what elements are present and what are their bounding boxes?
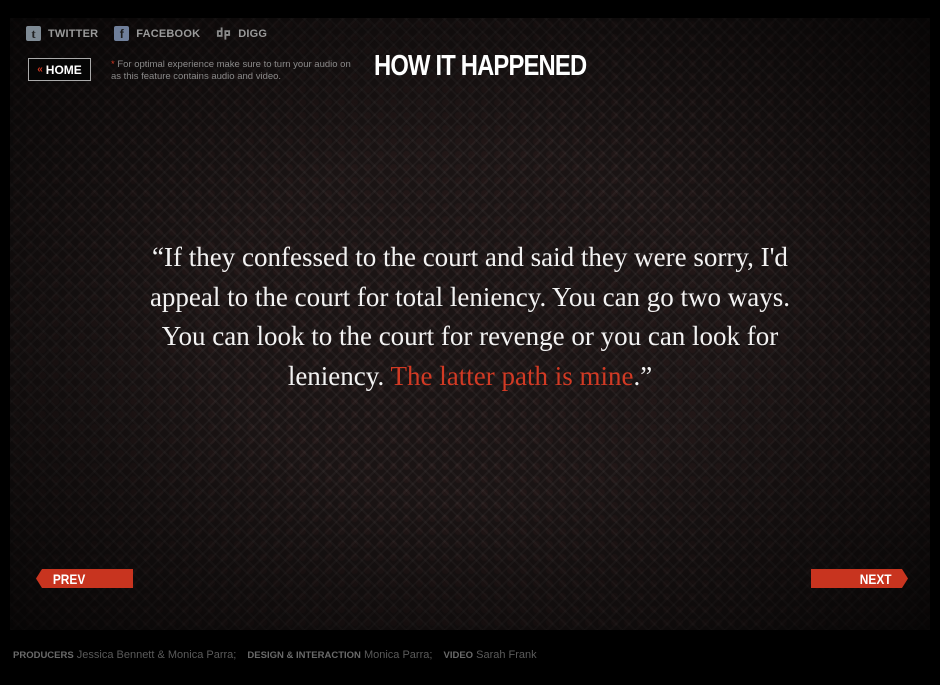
facebook-icon: f: [114, 26, 130, 41]
quote-block: “If they confessed to the court and said…: [140, 238, 800, 396]
facebook-label: FACEBOOK: [136, 27, 201, 40]
double-chevron-left-icon: «: [37, 64, 43, 75]
design-names: Monica Parra;: [363, 649, 433, 661]
next-button[interactable]: NEXT: [811, 569, 908, 588]
producers-names: Jessica Bennett & Monica Parra;: [76, 649, 237, 661]
prev-label: PREV: [52, 570, 86, 587]
notice-asterisk: *: [111, 59, 115, 70]
prev-button[interactable]: PREV: [36, 569, 133, 588]
notice-text: For optimal experience make sure to turn…: [111, 59, 351, 82]
twitter-share-link[interactable]: t TWITTER: [26, 26, 98, 41]
facebook-share-link[interactable]: f FACEBOOK: [114, 26, 200, 41]
digg-share-link[interactable]: DIGG: [216, 26, 267, 41]
next-label: NEXT: [859, 570, 892, 587]
video-names: Sarah Frank: [476, 649, 537, 661]
design-role: DESIGN & INTERACTION: [247, 650, 361, 661]
page-title: HOW IT HAPPENED: [374, 50, 587, 82]
home-button[interactable]: « HOME: [28, 58, 91, 81]
digg-icon: [216, 26, 231, 41]
video-role: VIDEO: [443, 650, 474, 661]
quote-highlight: The latter path is mine: [390, 360, 634, 391]
social-share-bar: t TWITTER f FACEBOOK DIGG: [26, 26, 267, 41]
twitter-icon: t: [26, 26, 41, 41]
twitter-label: TWITTER: [48, 27, 99, 40]
credits-bar: PRODUCERS Jessica Bennett & Monica Parra…: [13, 649, 537, 661]
audio-notice: * For optimal experience make sure to tu…: [111, 59, 351, 83]
digg-label: DIGG: [238, 27, 268, 40]
producers-role: PRODUCERS: [13, 650, 74, 661]
quote-end: .”: [633, 360, 653, 391]
home-label: HOME: [45, 62, 82, 77]
